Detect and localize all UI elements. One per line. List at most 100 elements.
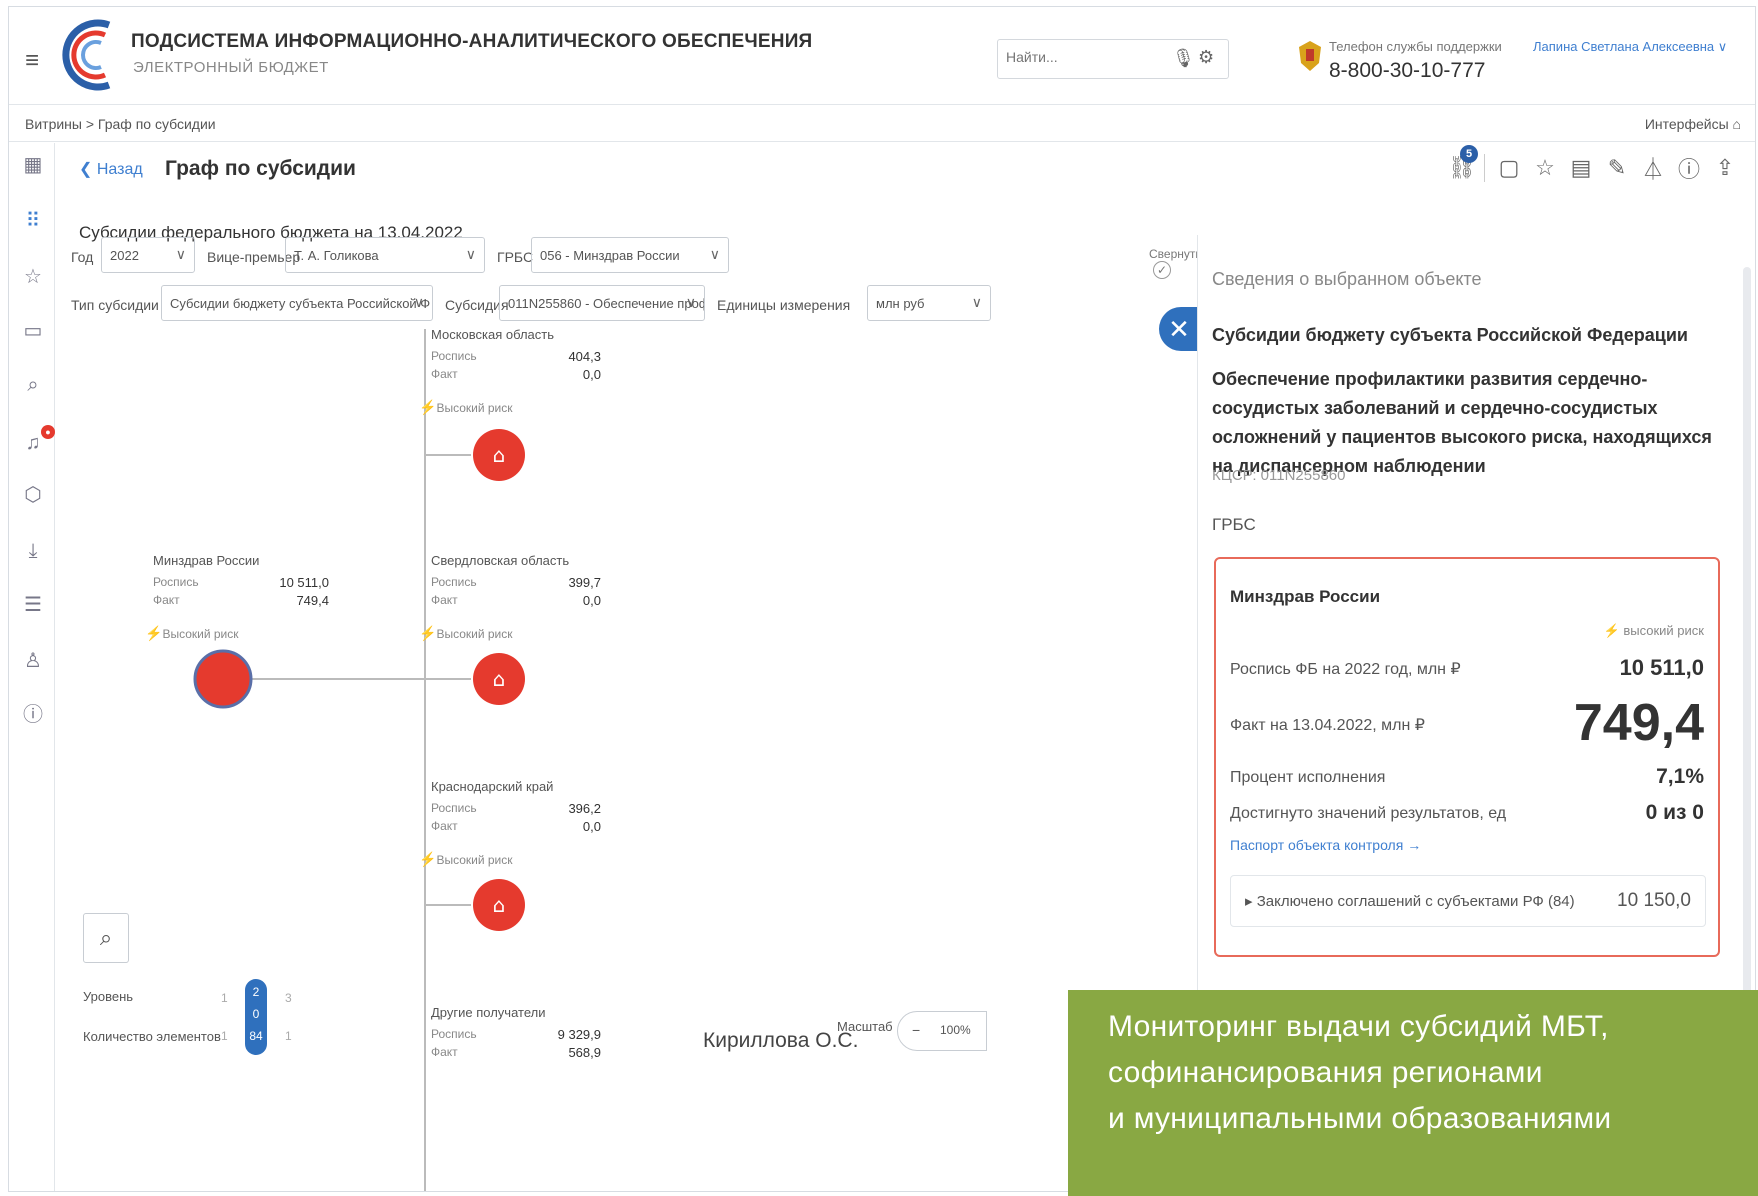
bell-icon[interactable]: ♫ ● [21, 425, 55, 455]
count-current: 84 [249, 1029, 263, 1043]
user-icon[interactable]: ♙ [21, 649, 45, 673]
microphone-icon[interactable]: 🎙 [1172, 48, 1195, 69]
level-middle: 0 [252, 1007, 260, 1021]
zoom-out-button[interactable]: − [912, 1022, 920, 1038]
author-caption: Кириллова О.С. [703, 1029, 859, 1052]
app-subtitle: ЭЛЕКТРОННЫЙ БЮДЖЕТ [133, 59, 329, 76]
child-fact-label: Факт [431, 1045, 458, 1059]
lightning-icon: ⚡ [419, 851, 437, 867]
child-plan-label: Роспись [431, 575, 477, 589]
info-icon[interactable]: ⓘ [1677, 152, 1701, 184]
risk-label: Высокий риск [162, 627, 239, 641]
breadcrumb-bar: Витрины > Граф по субсидии Интерфейсы ⌂ [9, 106, 1755, 142]
risk-label: Высокий риск [436, 627, 513, 641]
passport-link[interactable]: Паспорт объекта контроля → [1230, 837, 1421, 853]
lightning-icon: ⚡ [145, 625, 163, 641]
grbs-card[interactable]: Минздрав России ⚡ высокий риск Роспись Ф… [1214, 557, 1720, 957]
panel-scrollbar[interactable] [1743, 267, 1751, 1027]
favorite-icon[interactable]: ☆ [1533, 155, 1557, 181]
lightning-icon: ⚡ [419, 399, 437, 415]
app-title: ПОДСИСТЕМА ИНФОРМАЦИОННО-АНАЛИТИЧЕСКОГО … [131, 31, 813, 52]
lightning-icon: ⚡ [1603, 623, 1620, 638]
child-fact-label: Факт [431, 593, 458, 607]
hierarchy-icon[interactable]: ⛓ 5 [1448, 145, 1478, 181]
dashboard-icon[interactable]: ▦ [21, 153, 45, 177]
home-icon: ⌂ [493, 893, 506, 917]
agreements-label: ▸ Заключено соглашений с субъектами РФ (… [1245, 893, 1575, 910]
interfaces-button[interactable]: Интерфейсы ⌂ [1645, 116, 1741, 132]
card-risk-label: высокий риск [1623, 623, 1704, 638]
level-option[interactable]: 3 [285, 991, 292, 1005]
app-header: ≡ ПОДСИСТЕМА ИНФОРМАЦИОННО-АНАЛИТИЧЕСКОГ… [9, 7, 1755, 105]
level-label: Уровень [83, 989, 134, 1004]
breadcrumb[interactable]: Витрины > Граф по субсидии [25, 116, 216, 132]
share-icon[interactable]: ⇪ [1713, 155, 1737, 181]
toolbar-divider [1484, 154, 1485, 182]
database-icon[interactable]: ☰ [21, 593, 45, 617]
child-fact-value: 568,9 [568, 1045, 601, 1060]
comment-icon[interactable]: ▢ [1497, 155, 1521, 181]
close-panel-button[interactable]: ✕ [1159, 307, 1199, 351]
scale-control[interactable]: − 100% [897, 1011, 987, 1051]
filter-icon[interactable]: ⏃ [1641, 152, 1665, 184]
child-fact-label: Факт [431, 367, 458, 381]
card-plan-value: 10 511,0 [1619, 655, 1704, 680]
root-fact-label: Факт [153, 593, 180, 607]
count-option: 1 [221, 1029, 228, 1043]
child-node-name: Свердловская область [431, 553, 570, 568]
close-icon: ✕ [1168, 314, 1190, 344]
panel-description: Обеспечение профилактики развития сердеч… [1212, 369, 1712, 476]
emblem-icon [1299, 41, 1321, 71]
level-option[interactable]: 1 [221, 991, 228, 1005]
home-icon: ⌂ [493, 443, 506, 467]
count-option: 1 [285, 1029, 292, 1043]
search-box[interactable]: 🎙 ⚙ [997, 39, 1229, 79]
scale-value: 100% [940, 1023, 971, 1037]
caption-line: софинансирования регионами [1108, 1056, 1543, 1089]
info-icon[interactable]: ⓘ [21, 703, 45, 727]
page-title: Граф по субсидии [165, 157, 356, 180]
edit-icon[interactable]: ✎ [1605, 155, 1629, 181]
level-slider[interactable]: 2 0 84 [245, 979, 267, 1055]
menu-icon[interactable]: ≡ [25, 47, 39, 75]
filter-settings-icon[interactable]: ⚙ [1198, 47, 1214, 68]
back-link[interactable]: ❮ Назад [79, 159, 143, 179]
level-current: 2 [252, 985, 260, 999]
child-node-name: Другие получатели [431, 1005, 546, 1020]
toolbar: ⛓ 5 ▢ ☆ ▤ ✎ ⏃ ⓘ ⇪ [1448, 145, 1737, 184]
root-plan-label: Роспись [153, 575, 199, 589]
main-area: Субсидии федерального бюджета на 13.04.2… [55, 197, 1202, 1191]
star-icon[interactable]: ☆ [21, 265, 45, 289]
card-percent-label: Процент исполнения [1230, 769, 1386, 786]
home-icon: ⌂ [493, 667, 506, 691]
child-fact-label: Факт [431, 819, 458, 833]
card-plan-label: Роспись ФБ на 2022 год, млн ₽ [1230, 661, 1461, 678]
zoom-search-button[interactable]: ⌕ [83, 913, 129, 963]
search-icon: ⌕ [99, 925, 113, 950]
support-label: Телефон службы поддержки [1329, 39, 1502, 54]
support-phone: 8-800-30-10-777 [1329, 59, 1486, 82]
user-menu[interactable]: Лапина Светлана Алексеевна ∨ [1533, 39, 1727, 55]
child-risk: ⚡Высокий риск [419, 399, 513, 416]
apps-grid-icon[interactable]: ⠿ [21, 209, 45, 233]
cube-icon[interactable]: ⬡ [21, 483, 45, 507]
root-risk: ⚡Высокий риск [145, 625, 239, 642]
search-icon[interactable]: ⌕ [21, 373, 45, 397]
agreements-row[interactable]: ▸ Заключено соглашений с субъектами РФ (… [1230, 875, 1706, 927]
card-name: Минздрав России [1230, 587, 1381, 606]
toolbar-badge: 5 [1460, 145, 1478, 163]
child-fact-value: 0,0 [582, 593, 601, 608]
child-node-name: Краснодарский край [431, 779, 554, 794]
risk-label: Высокий риск [436, 401, 513, 415]
root-node-name: Минздрав России [153, 553, 260, 568]
child-node-name: Московская область [431, 327, 555, 342]
child-plan-label: Роспись [431, 801, 477, 815]
search-input[interactable] [1006, 49, 1146, 65]
folder-icon[interactable]: ▭ [21, 319, 45, 343]
child-plan-value: 404,3 [568, 349, 601, 364]
download-icon[interactable]: ⤓ [21, 539, 45, 563]
caption-box: Мониторинг выдачи субсидий МБТ, софинанс… [1068, 990, 1758, 1196]
child-fact-value: 0,0 [582, 367, 601, 382]
list-icon[interactable]: ▤ [1569, 155, 1593, 181]
card-percent-value: 7,1% [1656, 765, 1704, 788]
